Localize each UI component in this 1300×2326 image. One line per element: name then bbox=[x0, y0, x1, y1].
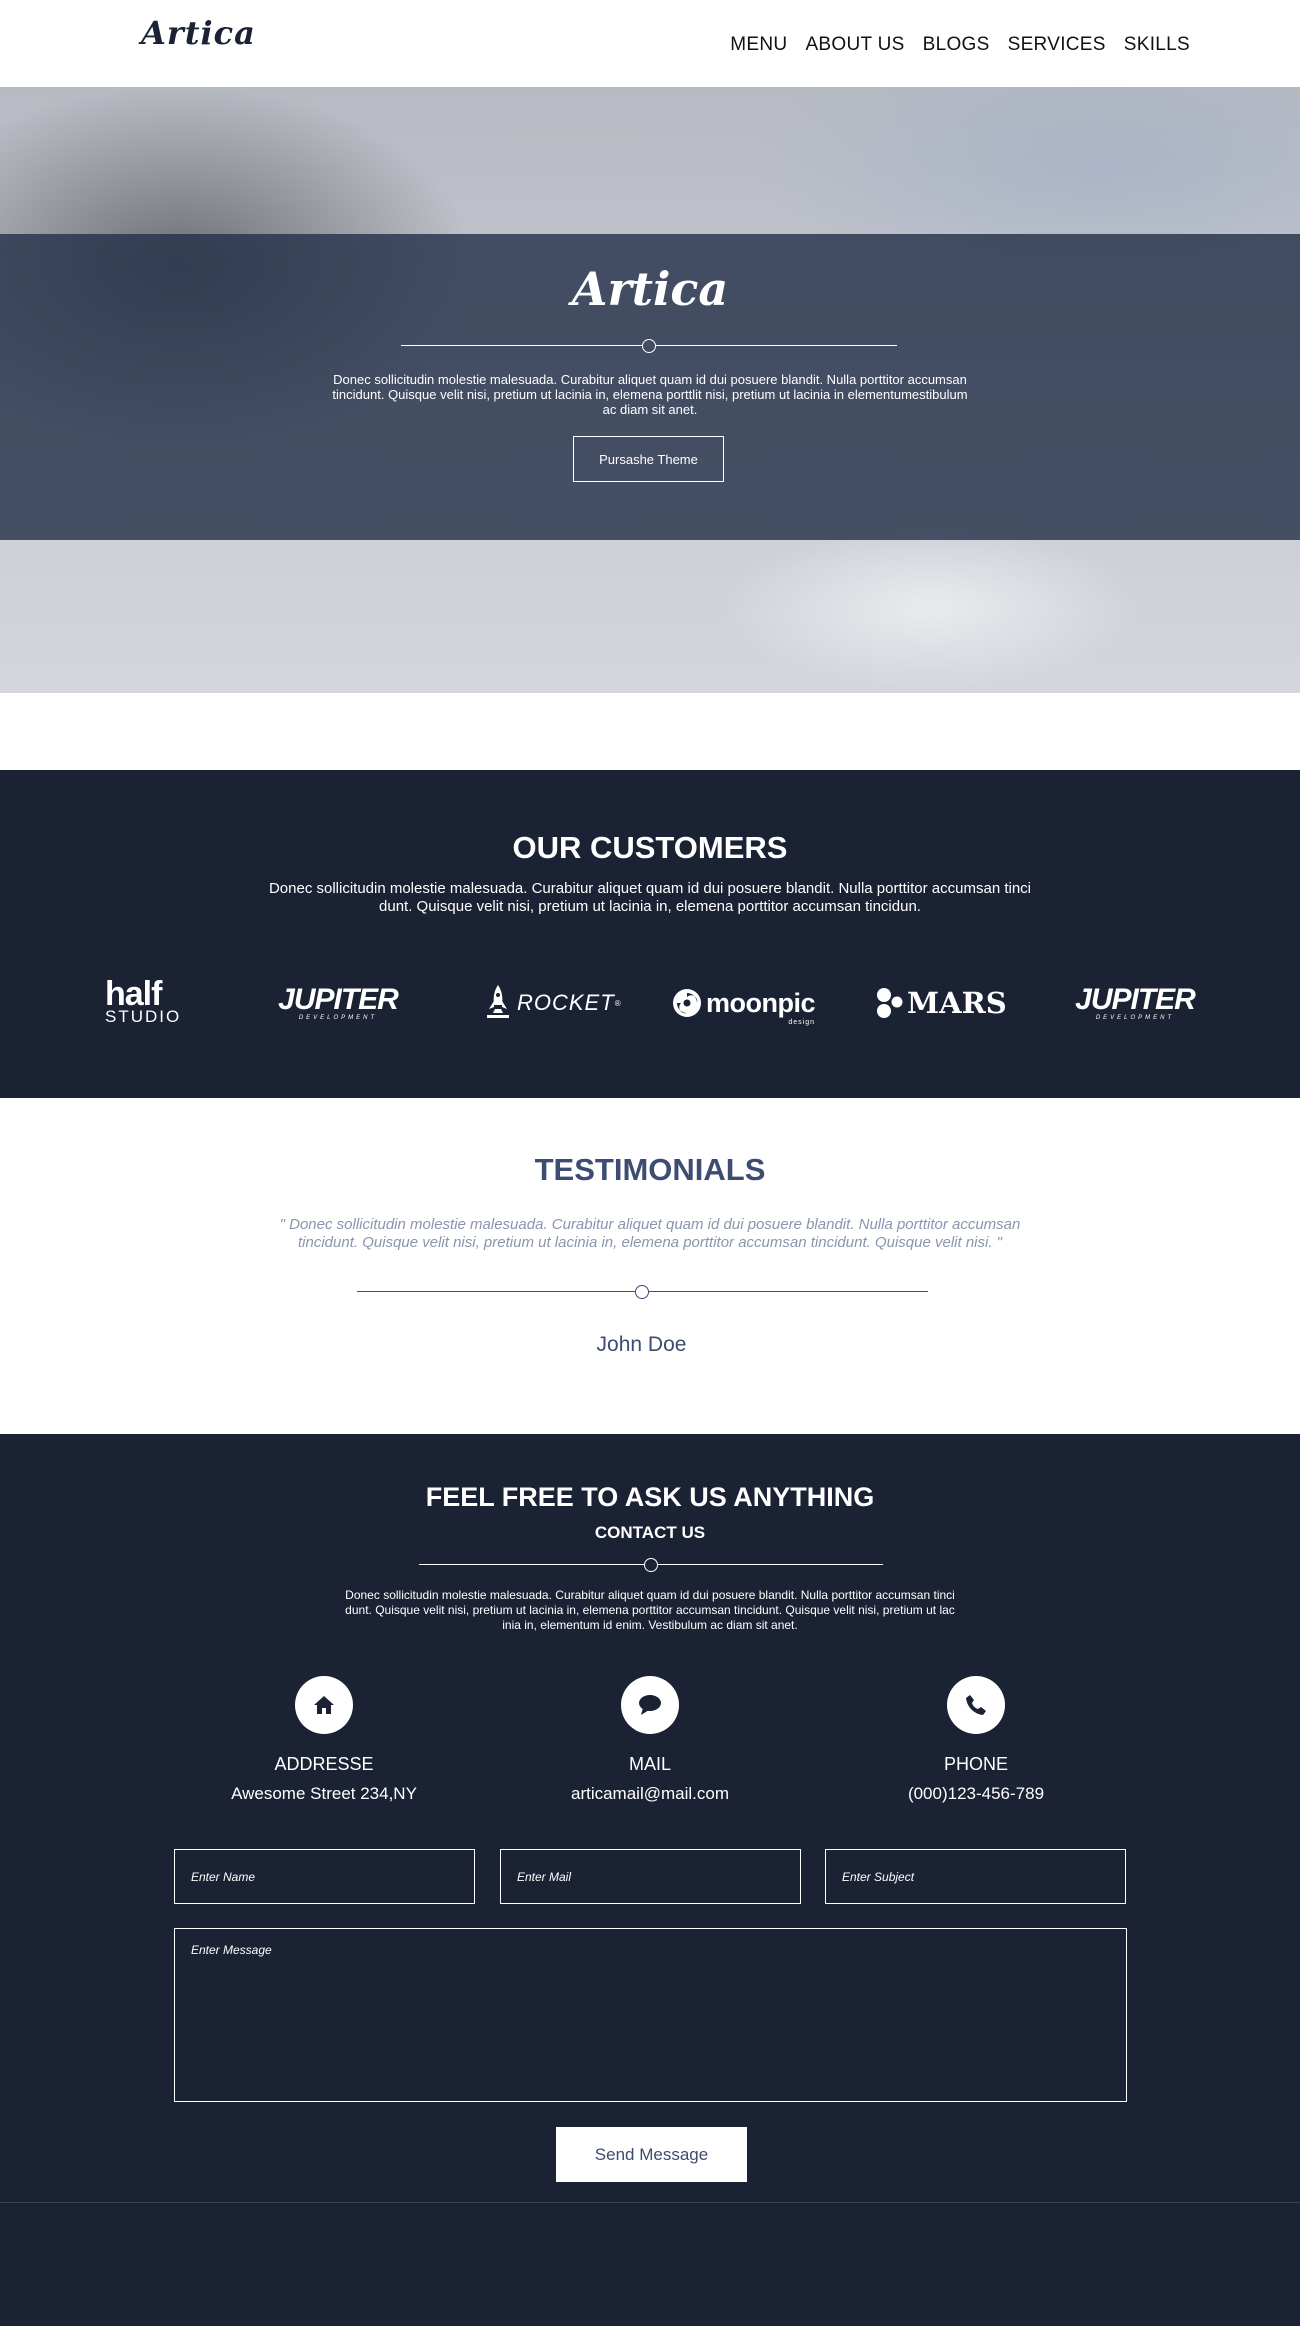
jupiter-logo-subtext: DEVELOPMENT bbox=[1095, 1015, 1175, 1021]
nav-menu[interactable]: MENU bbox=[730, 34, 787, 56]
send-message-button[interactable]: Send Message bbox=[556, 2127, 747, 2182]
rocket-logo: ROCKET ® bbox=[485, 978, 621, 1028]
testimonials-title: TESTIMONIALS bbox=[534, 1152, 766, 1187]
contact-title: FEEL FREE TO ASK US ANYTHING bbox=[425, 1482, 875, 1512]
half-studio-logo-text: STUDIO bbox=[105, 1007, 182, 1026]
address-label: ADDRESSE bbox=[274, 1754, 374, 1774]
swirl-icon bbox=[673, 989, 701, 1017]
hero-logo: Artica bbox=[571, 262, 729, 316]
subject-input[interactable] bbox=[825, 1849, 1126, 1904]
jupiter-logo: JUPITER DEVELOPMENT bbox=[278, 978, 399, 1028]
hero-divider bbox=[401, 339, 897, 353]
name-input[interactable] bbox=[174, 1849, 475, 1904]
moonpic-logo: moonpic design bbox=[672, 978, 816, 1028]
home-icon-circle bbox=[295, 1676, 353, 1734]
testimonial-quote: " Donec sollicitudin molestie malesuada.… bbox=[279, 1216, 1021, 1251]
address-value: Awesome Street 234,NY bbox=[231, 1784, 417, 1803]
nav-skills[interactable]: SKILLS bbox=[1124, 34, 1190, 56]
phone-value[interactable]: (000)123-456-789 bbox=[826, 1784, 1126, 1804]
rocket-logo-text: ROCKET bbox=[517, 990, 615, 1015]
hero-section: Artica Donec sollicitudin molestie males… bbox=[0, 87, 1300, 693]
customers-title: OUR CUSTOMERS bbox=[512, 830, 788, 865]
moonpic-logo-text: moonpic bbox=[706, 987, 816, 1018]
main-nav: MENU ABOUT US BLOGS SERVICES SKILLS bbox=[730, 34, 1190, 56]
contact-divider bbox=[419, 1558, 883, 1572]
nav-blogs[interactable]: BLOGS bbox=[923, 34, 990, 56]
jupiter-logo-subtext: DEVELOPMENT bbox=[298, 1015, 378, 1021]
mail-input[interactable] bbox=[500, 1849, 801, 1904]
contact-subtitle: CONTACT US bbox=[594, 1523, 706, 1542]
contact-section: FEEL FREE TO ASK US ANYTHING CONTACT US … bbox=[0, 1434, 1300, 2326]
nav-services[interactable]: SERVICES bbox=[1008, 34, 1106, 56]
half-studio-logo-mark: half bbox=[105, 975, 162, 1013]
hero-description: Donec sollicitudin molestie malesuada. C… bbox=[332, 372, 968, 417]
phone-icon bbox=[966, 1695, 986, 1715]
chat-bubble-icon bbox=[639, 1695, 661, 1715]
customers-section: OUR CUSTOMERS Donec sollicitudin molesti… bbox=[0, 770, 1300, 1098]
dots-icon bbox=[877, 988, 903, 1018]
jupiter-logo: JUPITER DEVELOPMENT bbox=[1075, 978, 1196, 1028]
phone-label: PHONE bbox=[943, 1754, 1008, 1774]
jupiter-logo-text: JUPITER bbox=[278, 983, 399, 1016]
home-icon bbox=[314, 1696, 334, 1714]
jupiter-logo-text: JUPITER bbox=[1075, 983, 1196, 1016]
mars-logo-text: MARS bbox=[907, 986, 1007, 1020]
address-block: ADDRESSE Awesome Street 234,NY bbox=[174, 1676, 474, 1804]
testimonial-divider bbox=[357, 1285, 928, 1299]
footer-divider bbox=[0, 2202, 1300, 2203]
mail-label: MAIL bbox=[628, 1754, 671, 1774]
mail-value[interactable]: articamail@mail.com bbox=[500, 1784, 800, 1804]
mail-block: MAIL articamail@mail.com bbox=[500, 1676, 800, 1804]
chat-icon-circle bbox=[621, 1676, 679, 1734]
moonpic-logo-subtext: design bbox=[788, 1019, 815, 1026]
half-studio-logo: half STUDIO bbox=[105, 975, 182, 1028]
rocket-logo-registered-mark: ® bbox=[614, 998, 621, 1008]
contact-intro: Donec sollicitudin molestie malesuada. C… bbox=[345, 1588, 955, 1632]
mars-logo: MARS bbox=[875, 978, 1007, 1028]
customers-description: Donec sollicitudin molestie malesuada. C… bbox=[268, 880, 1032, 915]
phone-icon-circle bbox=[947, 1676, 1005, 1734]
testimonial-author: John Doe bbox=[596, 1333, 687, 1356]
message-textarea[interactable] bbox=[174, 1928, 1127, 2102]
purchase-theme-button[interactable]: Pursashe Theme bbox=[573, 436, 724, 482]
rocket-icon bbox=[487, 985, 509, 1018]
phone-block: PHONE (000)123-456-789 bbox=[826, 1676, 1126, 1804]
brand-logo[interactable]: Artica bbox=[141, 14, 256, 52]
site-header: Artica MENU ABOUT US BLOGS SERVICES SKIL… bbox=[0, 0, 1300, 87]
nav-about-us[interactable]: ABOUT US bbox=[805, 34, 904, 56]
